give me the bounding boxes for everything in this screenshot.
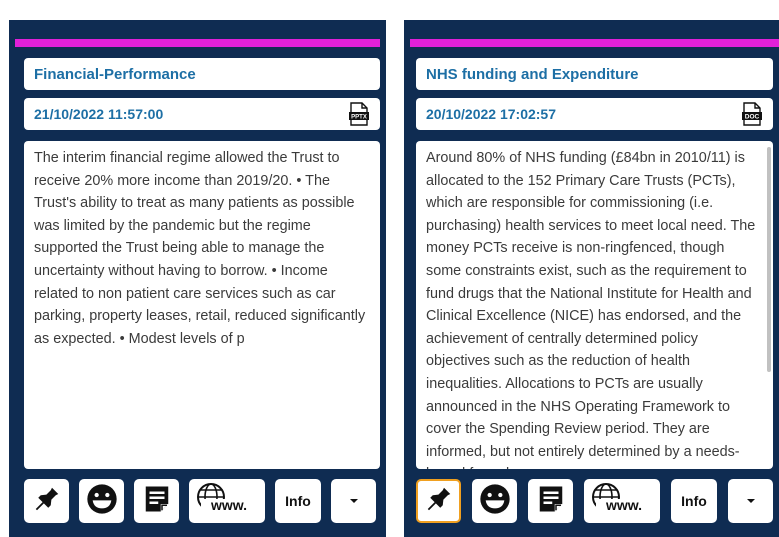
note-icon (536, 484, 566, 519)
card-date-box: 21/10/2022 11:57:00 PPTX (24, 98, 380, 130)
scrollbar-thumb[interactable] (767, 147, 771, 372)
smiley-icon (86, 483, 118, 520)
card-toolbar: www. Info (416, 479, 773, 523)
emoji-button[interactable] (79, 479, 124, 523)
svg-text:PPTX: PPTX (351, 114, 367, 120)
svg-text:DOC: DOC (745, 113, 760, 120)
chevron-down-icon (745, 492, 757, 510)
accent-bar (410, 39, 779, 47)
card-body-text: The interim financial regime allowed the… (34, 150, 366, 347)
note-card: NHS funding and Expenditure 20/10/2022 1… (404, 20, 779, 537)
info-label: Info (285, 493, 311, 509)
info-button[interactable]: Info (671, 479, 717, 523)
card-date-box: 20/10/2022 17:02:57 DOC (416, 98, 773, 130)
smiley-icon (479, 483, 511, 520)
note-icon (142, 484, 172, 519)
chevron-down-icon (348, 492, 360, 510)
info-button[interactable]: Info (275, 479, 321, 523)
info-label: Info (681, 493, 707, 509)
svg-text:www.: www. (605, 497, 642, 513)
card-body[interactable]: The interim financial regime allowed the… (24, 141, 380, 469)
card-title: NHS funding and Expenditure (426, 65, 639, 83)
card-toolbar: www. Info (24, 479, 380, 523)
note-card: Financial-Performance 21/10/2022 11:57:0… (9, 20, 386, 537)
pin-button[interactable] (24, 479, 69, 523)
card-date: 21/10/2022 11:57:00 (34, 106, 164, 122)
web-link-button[interactable]: www. (584, 479, 660, 523)
web-link-button[interactable]: www. (189, 479, 265, 523)
pin-button[interactable] (416, 479, 461, 523)
card-title: Financial-Performance (34, 65, 196, 83)
svg-text:www.: www. (210, 497, 247, 513)
card-body-text: Around 80% of NHS funding (£84bn in 2010… (426, 150, 756, 469)
pptx-file-icon[interactable]: PPTX (348, 102, 370, 126)
doc-file-icon[interactable]: DOC (741, 102, 763, 126)
card-body[interactable]: Around 80% of NHS funding (£84bn in 2010… (416, 141, 773, 469)
pin-icon (424, 484, 454, 519)
card-title-box[interactable]: NHS funding and Expenditure (416, 58, 773, 90)
emoji-button[interactable] (472, 479, 517, 523)
note-button[interactable] (528, 479, 573, 523)
scrollbar[interactable] (767, 147, 771, 463)
pin-icon (32, 484, 62, 519)
accent-bar (15, 39, 380, 47)
more-button[interactable] (331, 479, 376, 523)
more-button[interactable] (728, 479, 773, 523)
card-date: 20/10/2022 17:02:57 (426, 106, 556, 122)
www-icon: www. (195, 482, 259, 521)
note-button[interactable] (134, 479, 179, 523)
card-title-box[interactable]: Financial-Performance (24, 58, 380, 90)
www-icon: www. (590, 482, 654, 521)
